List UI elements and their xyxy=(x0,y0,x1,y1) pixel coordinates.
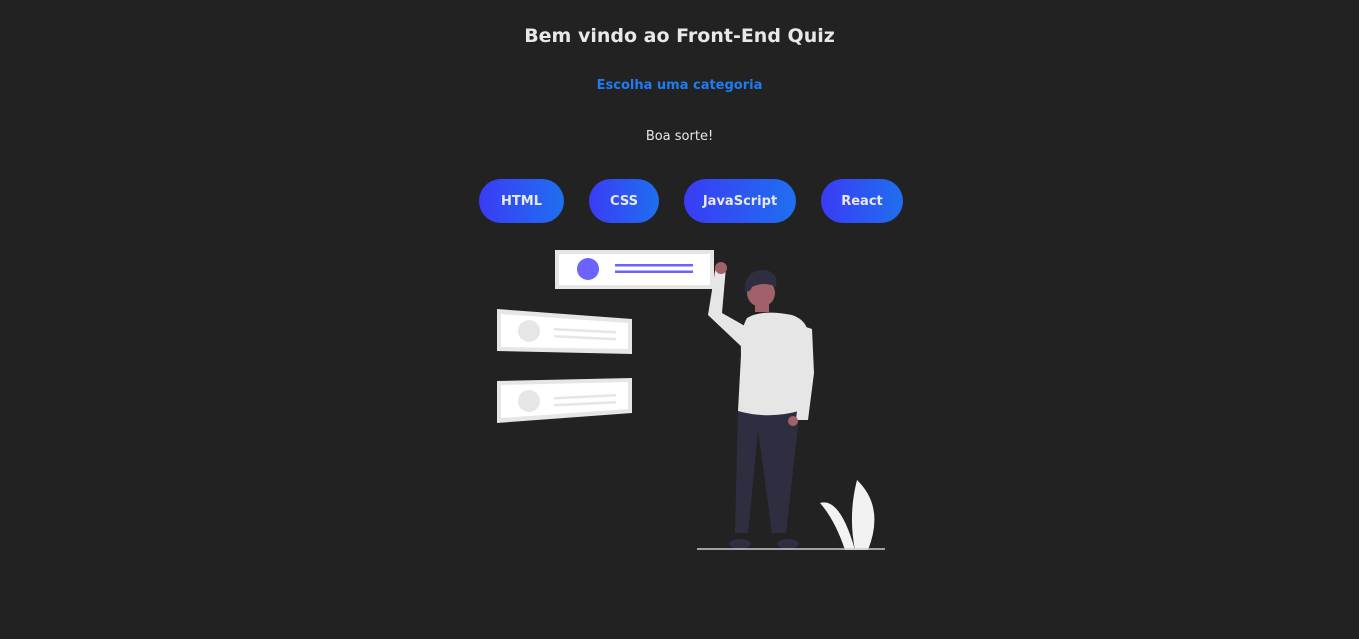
card-placeholder xyxy=(497,309,632,354)
card-placeholder xyxy=(497,378,632,423)
quiz-home-page: Bem vindo ao Front-End Quiz Escolha uma … xyxy=(0,0,1359,639)
category-button-css[interactable]: CSS xyxy=(589,179,659,223)
category-button-react[interactable]: React xyxy=(821,179,903,223)
category-button-html[interactable]: HTML xyxy=(479,179,564,223)
category-button-javascript[interactable]: JavaScript xyxy=(684,179,796,223)
good-luck-text: Boa sorte! xyxy=(645,129,714,144)
category-prompt: Escolha uma categoria xyxy=(596,78,763,93)
person-with-cards-illustration xyxy=(497,250,885,550)
plant-decoration xyxy=(820,480,875,550)
highlighted-card xyxy=(555,250,714,289)
page-title: Bem vindo ao Front-End Quiz xyxy=(524,25,835,47)
person-figure xyxy=(708,262,814,549)
